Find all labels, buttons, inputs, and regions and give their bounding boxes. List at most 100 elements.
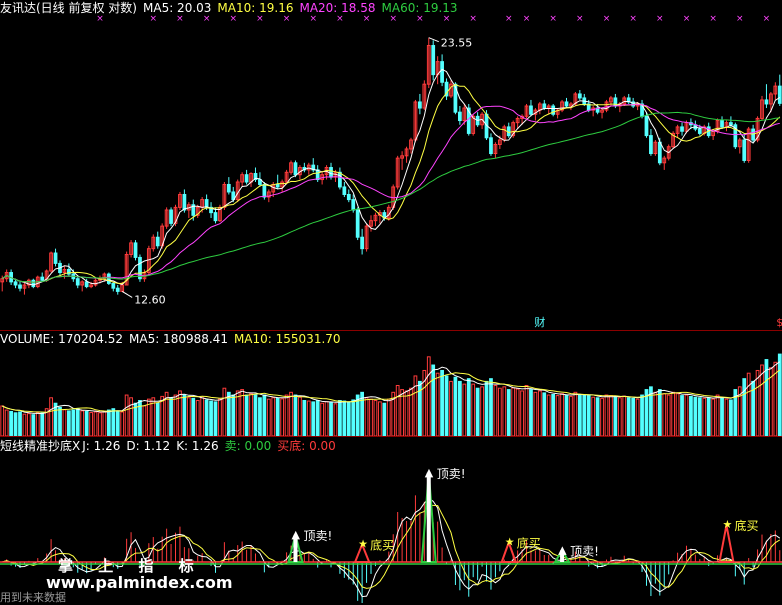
volume-bar [466,378,471,437]
volume-bar [320,402,325,437]
volume-bar [9,410,13,437]
volume-bar [49,397,53,437]
volume-bar [706,397,711,437]
volume-bar [27,413,31,437]
low-price-label: 12.60 [134,293,166,306]
volume-bar [195,400,200,437]
volume-bar [58,406,62,437]
candle-body [351,199,356,211]
high-pointer [428,37,439,43]
price-panel-header: 友讯达(日线 前复权 对数) MA5: 20.03 MA10: 19.16 MA20:… [0,0,464,16]
candle-body [355,209,360,238]
volume-bar [226,391,231,437]
volume-bar [640,394,644,437]
volume-bar [711,398,716,437]
volume-bar [115,410,120,437]
volume-bar [471,383,476,437]
volume-bar [213,401,218,437]
candle-body [53,252,58,264]
volume-bar [106,409,111,437]
volume-bar [569,395,573,437]
cross-marker: × [603,14,611,24]
volume-bar [258,397,262,437]
volume-bar [204,399,209,437]
volume-bar [689,395,693,437]
volume-bar [497,387,502,437]
sell-value-label: 卖: 0.00 [224,439,272,453]
candle-body [564,101,569,107]
chart-canvas[interactable]: ××××××××××××××××××××××××××23.5512.60财$榜▲… [0,0,782,603]
sell-arrow-icon: ▲ [558,543,567,556]
volume-bar [453,376,458,437]
volume-bar [271,397,276,437]
candle-body [431,45,436,76]
volume-bar [702,397,707,437]
volume-bar [671,391,676,437]
volume-bar [0,405,5,437]
ma5-line [1,68,781,286]
volume-bar [395,384,400,437]
volume-bar [653,391,658,437]
cross-marker: × [576,14,584,24]
volume-bar [635,398,640,437]
volume-bar [98,412,102,437]
event-marker: 财 [534,315,545,329]
volume-bar [386,398,391,437]
volume-bar [777,353,782,437]
candle-body [742,139,747,161]
volume-bar [489,378,493,437]
volume-bar [333,403,338,437]
stock-chart-window[interactable]: ××××××××××××××××××××××××××23.5512.60财$榜▲… [0,0,782,604]
volume-bar [364,397,369,437]
sell-signal-label: 顶卖! [437,467,466,481]
candle-body [133,242,138,258]
volume-bar [693,396,698,437]
volume-bar [102,410,107,437]
volume-bar [720,397,724,437]
volume-bar [262,394,267,437]
volume-bar [426,356,431,437]
candle-body [457,111,462,122]
volume-bar [675,393,680,437]
star-icon: ★ [358,538,368,551]
volume-bar [631,397,636,437]
volume-bar [133,402,138,437]
volume-bar [582,394,587,437]
volume-bar [755,369,760,437]
volume-bar [40,412,45,437]
indicator-d-label: D: 1.12 [126,439,171,453]
volume-bar [240,389,245,437]
sell-signal-label: 顶卖! [570,544,599,558]
cross-marker: × [629,14,637,24]
candle-body [244,174,249,183]
candle-body [169,209,173,224]
star-icon: ★ [505,536,515,549]
candle-body [275,183,280,188]
volume-bar [266,398,271,437]
candle-body [644,115,649,137]
volume-bar [182,394,187,437]
panel-divider [0,436,782,437]
cross-marker: × [709,14,717,24]
volume-bar [520,390,524,437]
volume-bar [231,394,236,437]
candle-body [315,169,320,181]
candle-body [13,281,18,286]
volume-bar [160,395,165,437]
volume-bar [613,395,618,437]
volume-bar [169,397,173,437]
candle-body [31,279,36,288]
volume-bar [13,412,18,437]
volume-bar [346,401,351,437]
buy-signal-label: 底买 [734,518,758,533]
volume-bar [18,411,22,437]
candle-body [84,281,89,288]
volume-bar [280,398,285,437]
volume-bar [235,390,240,437]
indicator-name: 短线精准抄底X [0,439,81,453]
volume-bar [71,409,76,437]
volume-bar [617,397,622,437]
volume-bar [551,394,556,437]
volume-bar [191,397,196,437]
candle-body [18,284,22,289]
